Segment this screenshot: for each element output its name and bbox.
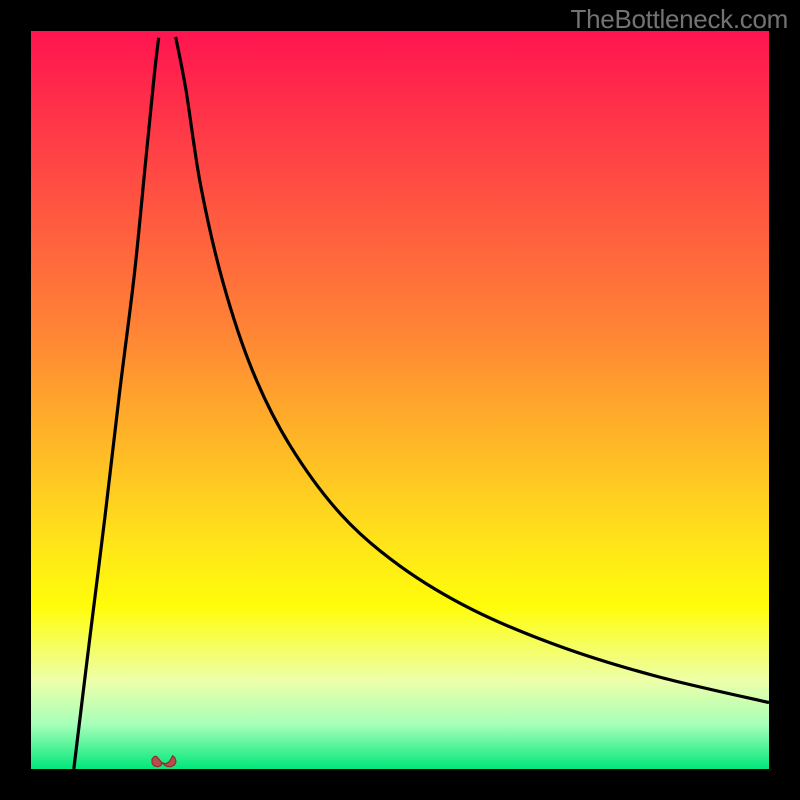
bottleneck-curve-chart: [31, 31, 769, 769]
gradient-background: [31, 31, 769, 769]
chart-frame: TheBottleneck.com: [0, 0, 800, 800]
watermark-text: TheBottleneck.com: [571, 4, 788, 35]
chart-svg: [31, 31, 769, 769]
